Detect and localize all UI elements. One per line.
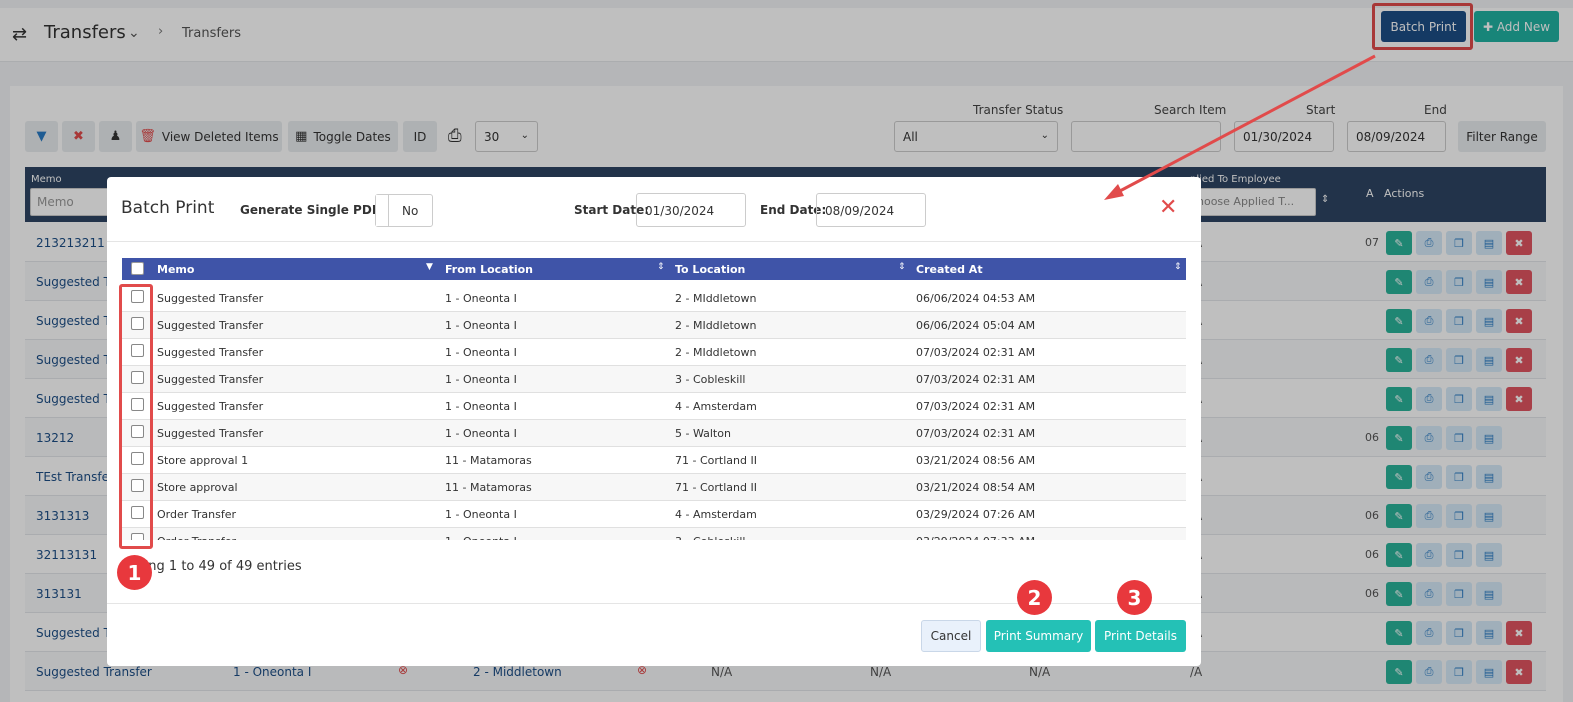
- annotation-arrow: [1104, 54, 1376, 200]
